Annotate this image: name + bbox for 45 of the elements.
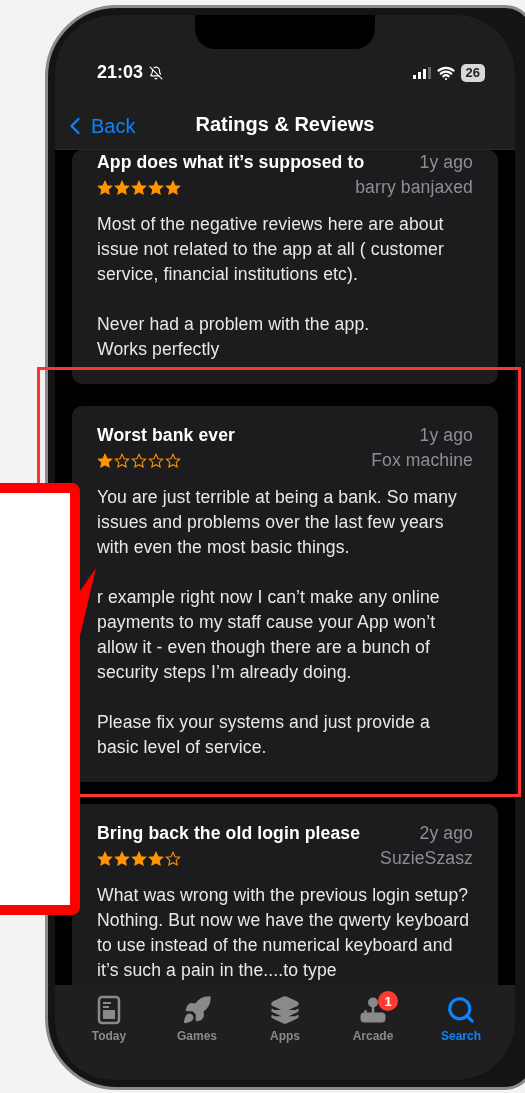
empty-star-icon bbox=[131, 452, 147, 469]
filled-star-icon bbox=[114, 850, 130, 867]
page-title: Ratings & Reviews bbox=[195, 113, 375, 136]
filled-star-icon bbox=[114, 179, 130, 196]
document-icon bbox=[97, 995, 121, 1025]
filled-star-icon bbox=[131, 850, 147, 867]
review-author: barry banjaxed bbox=[355, 176, 473, 199]
review-text: r example right now I can’t make any online payments to my staff cause your App won’t allow it - even though there are a bunch of security steps I’m already doing. bbox=[97, 586, 441, 684]
review-title: Bring back the old login please bbox=[97, 822, 361, 845]
review-text: Please fix your systems and just provide a basic level of service. bbox=[97, 711, 431, 759]
empty-star-icon bbox=[148, 452, 164, 469]
empty-star-icon bbox=[114, 452, 130, 469]
filled-star-icon bbox=[165, 179, 181, 196]
tab-item[interactable]: Today bbox=[74, 995, 144, 1053]
empty-star-icon bbox=[165, 850, 181, 867]
review-author: Fox machine bbox=[371, 449, 473, 472]
status-time: 21:03 bbox=[97, 62, 144, 83]
battery-indicator: 26 bbox=[460, 63, 485, 82]
review-text: What was wrong with the previous login setup? Nothing. But now we have the qwerty keyboard to use instead of the numerical keyboard and it’s such a pain in the....to type bbox=[97, 884, 471, 982]
filled-star-icon bbox=[97, 179, 113, 196]
review-title: App does what it’s supposed to bbox=[97, 151, 365, 174]
filled-star-icon bbox=[97, 850, 113, 867]
silent-bell-icon bbox=[149, 65, 164, 80]
filled-star-icon bbox=[97, 452, 113, 469]
review-title: Worst bank ever bbox=[97, 424, 236, 447]
search-icon bbox=[446, 995, 476, 1025]
signal-icon bbox=[412, 66, 431, 79]
review-date: 2y ago bbox=[419, 822, 473, 845]
review-author: SuzieSzasz bbox=[380, 847, 473, 870]
tab-item[interactable]: Apps bbox=[250, 995, 320, 1053]
filled-star-icon bbox=[131, 179, 147, 196]
review-text: You are just terrible at being a bank. So many issues and problems over the last few years with even the most basic things. bbox=[97, 486, 458, 559]
rocket-icon bbox=[182, 995, 212, 1025]
filled-star-icon bbox=[148, 850, 164, 867]
review-date: 1y ago bbox=[419, 424, 473, 447]
empty-star-icon bbox=[165, 452, 181, 469]
review-date: 1y ago bbox=[419, 151, 473, 174]
back-button[interactable]: Back bbox=[57, 108, 140, 144]
review-text: Most of the negative reviews here are about issue not related to the app at all ( customer service, financial institutions etc). bbox=[97, 213, 445, 286]
tab-item[interactable]: Search bbox=[426, 995, 496, 1053]
filled-star-icon bbox=[148, 179, 164, 196]
tab-item[interactable]: Games bbox=[162, 995, 232, 1053]
review-text: Never had a problem with the app. Works perfectly bbox=[97, 313, 371, 361]
notification-badge: 1 bbox=[378, 991, 398, 1011]
layers-icon bbox=[270, 995, 300, 1025]
